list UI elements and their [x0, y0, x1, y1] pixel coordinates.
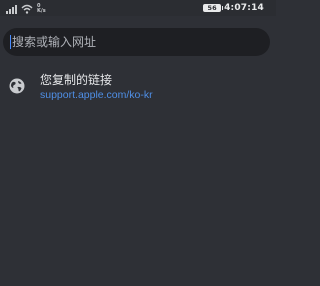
- search-input[interactable]: 搜索或输入网址: [12, 28, 96, 56]
- suggestion-url[interactable]: support.apple.com/ko-kr: [40, 89, 153, 101]
- status-right: 56 4:07:14: [203, 2, 264, 14]
- status-bar: 0 K/s 56 4:07:14: [0, 0, 276, 16]
- clock: 4:07:14: [224, 3, 264, 13]
- copied-link-suggestion[interactable]: 您复制的链接 support.apple.com/ko-kr: [0, 66, 276, 106]
- battery-icon: 56: [203, 4, 224, 12]
- globe-icon: [9, 78, 25, 94]
- status-left: 0 K/s: [6, 2, 46, 14]
- suggestion-title: 您复制的链接: [40, 73, 113, 87]
- search-bar[interactable]: 搜索或输入网址: [3, 28, 270, 56]
- wifi-icon: [21, 4, 33, 14]
- network-speed-unit: K/s: [37, 8, 46, 14]
- network-speed: 0 K/s: [37, 4, 46, 14]
- text-caret: [10, 35, 11, 49]
- cellular-signal-icon: [6, 5, 17, 14]
